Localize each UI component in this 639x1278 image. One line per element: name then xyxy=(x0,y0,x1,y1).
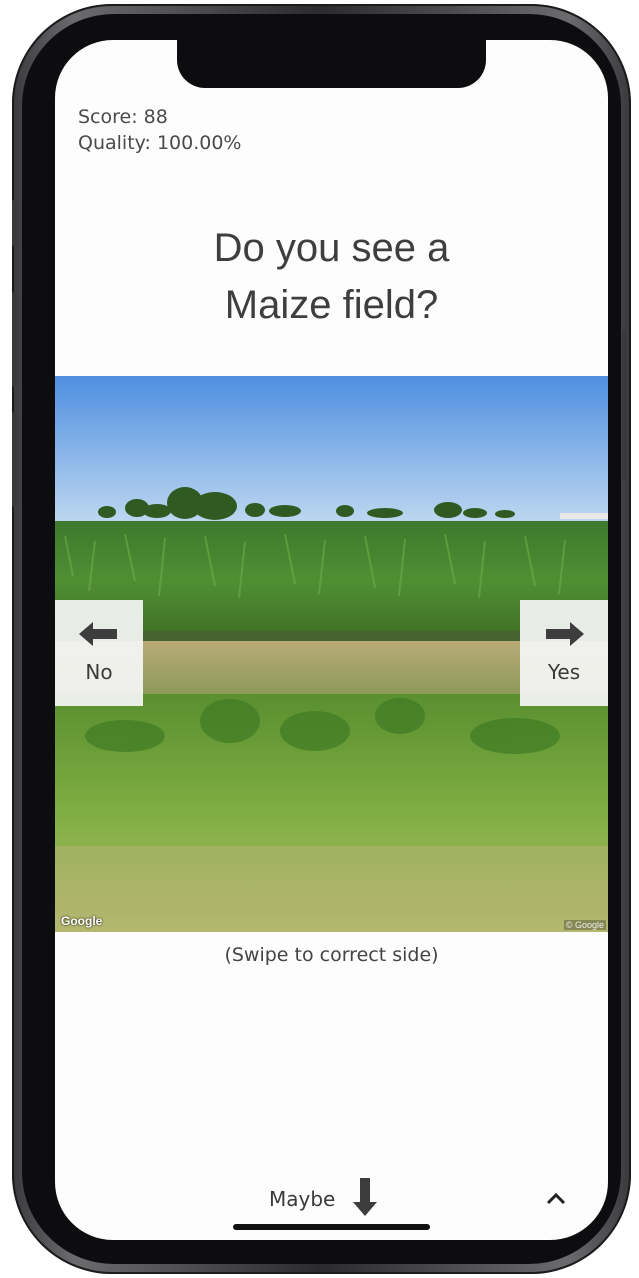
chevron-up-icon[interactable] xyxy=(545,1190,567,1209)
score-text: Score: 88 xyxy=(78,106,168,128)
arrow-right-icon xyxy=(544,622,584,650)
mute-switch xyxy=(12,200,17,246)
google-logo: Google xyxy=(61,914,103,928)
copyright-text: © Google xyxy=(563,920,606,930)
yes-label: Yes xyxy=(547,660,581,684)
volume-up-button xyxy=(12,292,17,387)
app-screen: Score: 88 Quality: 100.00% Do you see a … xyxy=(55,40,608,1240)
power-button xyxy=(622,330,627,480)
quality-text: Quality: 100.00% xyxy=(78,132,242,154)
home-indicator xyxy=(233,1224,430,1230)
maybe-button[interactable]: Maybe xyxy=(269,1178,378,1220)
arrow-down-icon xyxy=(353,1178,378,1220)
question-heading: Do you see a Maize field? xyxy=(55,220,608,334)
arrow-left-icon xyxy=(79,622,119,650)
stats-panel: Score: 88 Quality: 100.00% xyxy=(78,104,242,156)
swipe-hint: (Swipe to correct side) xyxy=(224,944,439,966)
volume-down-button xyxy=(12,412,17,507)
yes-button[interactable]: Yes xyxy=(520,600,608,706)
no-button[interactable]: No xyxy=(55,600,143,706)
maybe-label: Maybe xyxy=(269,1187,336,1211)
question-line-1: Do you see a xyxy=(213,226,450,270)
notch xyxy=(177,40,486,88)
no-label: No xyxy=(85,660,113,684)
question-line-2: Maize field? xyxy=(224,283,439,327)
